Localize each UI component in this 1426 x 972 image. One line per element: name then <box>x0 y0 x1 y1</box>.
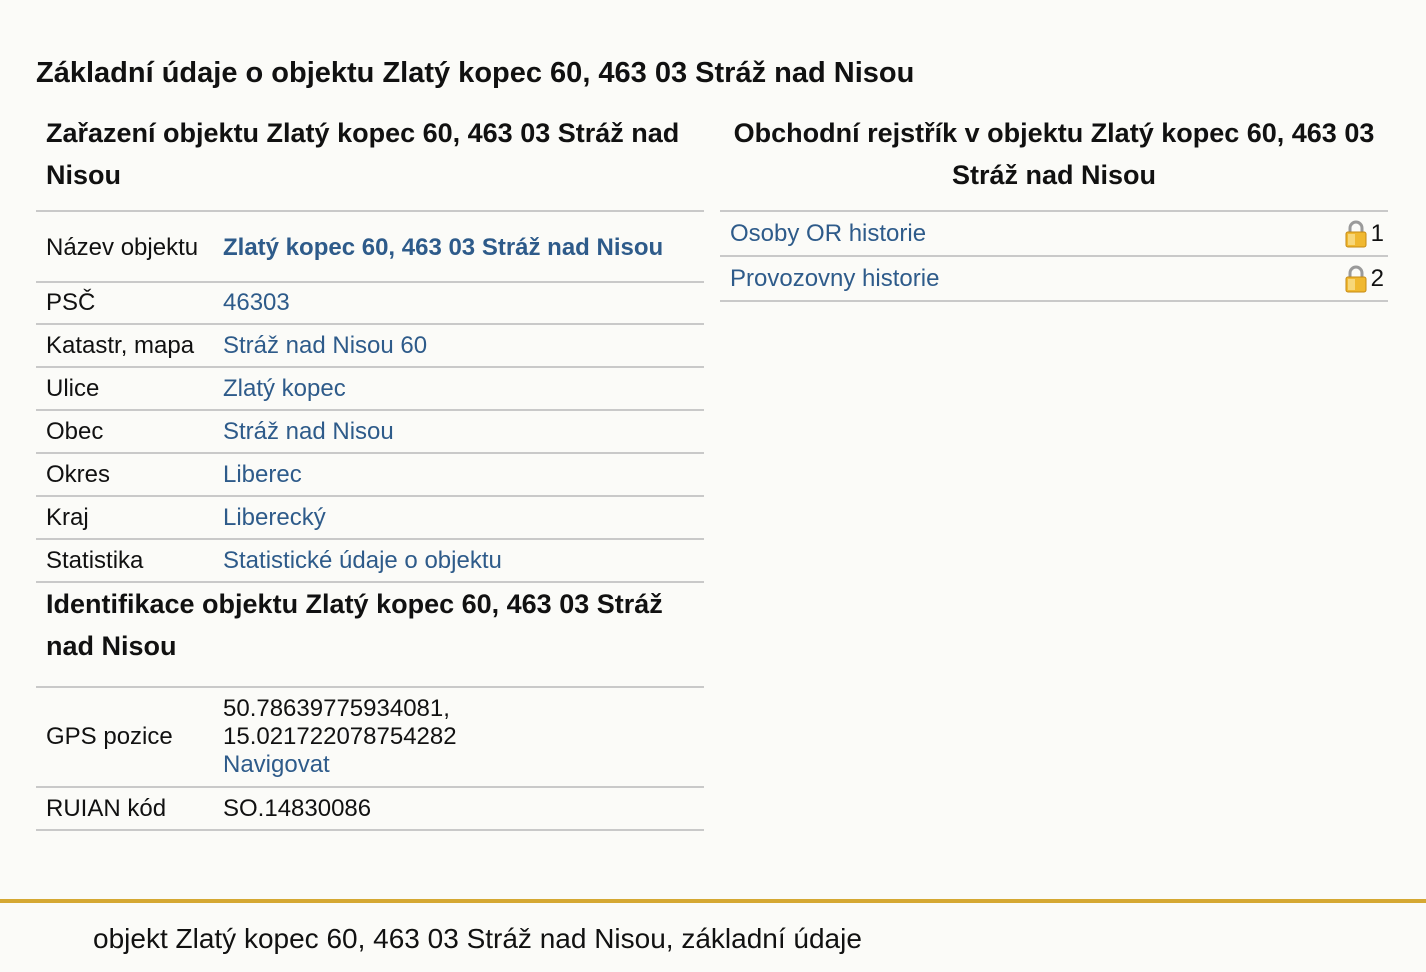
business-register-list: Osoby OR historie 1 Provozovny historie … <box>720 210 1388 302</box>
establishments-history-count: 2 <box>1370 264 1384 292</box>
row-label: Obec <box>46 417 104 445</box>
right-column: Obchodní rejstřík v objektu Zlatý kopec … <box>720 112 1388 302</box>
left-column: Zařazení objektu Zlatý kopec 60, 463 03 … <box>36 112 704 831</box>
region-link[interactable]: Liberecký <box>223 504 704 532</box>
row-label: Ulice <box>46 374 100 402</box>
lock-group: 2 <box>1345 265 1388 293</box>
row-value-cell: Zlatý kopec <box>213 368 704 409</box>
row-label: Statistika <box>46 546 144 574</box>
cadastre-link[interactable]: Stráž nad Nisou 60 <box>223 332 704 360</box>
table-row-name: Název objektu Zlatý kopec 60, 463 03 Str… <box>36 212 704 283</box>
classification-section: Zařazení objektu Zlatý kopec 60, 463 03 … <box>36 112 704 583</box>
table-row-cadastre: Katastr, mapa Stráž nad Nisou 60 <box>36 325 704 368</box>
identification-section: Identifikace objektu Zlatý kopec 60, 463… <box>36 583 704 831</box>
table-row-municipality: Obec Stráž nad Nisou <box>36 411 704 454</box>
lock-icon <box>1345 220 1367 247</box>
table-row-gps: GPS pozice 50.78639775934081, 15.0217220… <box>36 688 704 788</box>
table-row-statistics: Statistika Statistické údaje o objektu <box>36 540 704 583</box>
persons-history-link[interactable]: Osoby OR historie <box>730 220 1345 248</box>
district-link[interactable]: Liberec <box>223 461 704 489</box>
statistics-link[interactable]: Statistické údaje o objektu <box>223 547 704 575</box>
gps-longitude: 15.021722078754282 <box>223 723 457 750</box>
municipality-link[interactable]: Stráž nad Nisou <box>223 418 704 446</box>
page-title: Základní údaje o objektu Zlatý kopec 60,… <box>36 57 915 89</box>
row-value-cell: Liberec <box>213 454 704 495</box>
row-value-cell: Stráž nad Nisou 60 <box>213 325 704 366</box>
row-value-cell: Liberecký <box>213 497 704 538</box>
list-item-establishments-history: Provozovny historie 2 <box>720 257 1388 302</box>
lock-group: 1 <box>1345 220 1388 248</box>
identification-title: Identifikace objektu Zlatý kopec 60, 463… <box>46 589 663 661</box>
footer-divider <box>0 899 1426 903</box>
table-row-region: Kraj Liberecký <box>36 497 704 540</box>
street-link[interactable]: Zlatý kopec <box>223 375 704 403</box>
row-value-cell: Stráž nad Nisou <box>213 411 704 452</box>
navigate-link[interactable]: Navigovat <box>223 751 704 779</box>
object-name-link[interactable]: Zlatý kopec 60, 463 03 Stráž nad Nisou <box>223 234 704 262</box>
row-label: PSČ <box>46 289 96 316</box>
lock-icon <box>1345 265 1367 292</box>
row-label: GPS pozice <box>46 723 173 750</box>
row-value-cell: 50.78639775934081, 15.021722078754282 Na… <box>213 688 704 786</box>
row-value-cell: Zlatý kopec 60, 463 03 Stráž nad Nisou <box>213 214 704 281</box>
footer-text: objekt Zlatý kopec 60, 463 03 Stráž nad … <box>93 923 862 954</box>
identification-table: GPS pozice 50.78639775934081, 15.0217220… <box>36 686 704 831</box>
row-label: Okres <box>46 460 111 488</box>
row-label: RUIAN kód <box>46 794 167 822</box>
row-value-cell: Statistické údaje o objektu <box>213 540 704 581</box>
psc-link[interactable]: 46303 <box>223 289 704 317</box>
table-row-street: Ulice Zlatý kopec <box>36 368 704 411</box>
ruian-code: SO.14830086 <box>223 794 372 822</box>
classification-table: Název objektu Zlatý kopec 60, 463 03 Str… <box>36 210 704 583</box>
table-row-district: Okres Liberec <box>36 454 704 497</box>
gps-latitude: 50.78639775934081, <box>223 695 450 722</box>
classification-title: Zařazení objektu Zlatý kopec 60, 463 03 … <box>46 118 680 190</box>
row-label: Název objektu <box>46 233 199 261</box>
establishments-history-link[interactable]: Provozovny historie <box>730 265 1345 293</box>
row-label: Kraj <box>46 503 89 531</box>
row-label: Katastr, mapa <box>46 331 195 359</box>
table-row-psc: PSČ 46303 <box>36 283 704 325</box>
row-value-cell: SO.14830086 <box>213 788 704 829</box>
list-item-persons-history: Osoby OR historie 1 <box>720 212 1388 257</box>
row-value-cell: 46303 <box>213 283 704 323</box>
persons-history-count: 1 <box>1370 219 1384 247</box>
table-row-ruian: RUIAN kód SO.14830086 <box>36 788 704 831</box>
business-register-title: Obchodní rejstřík v objektu Zlatý kopec … <box>733 118 1375 190</box>
